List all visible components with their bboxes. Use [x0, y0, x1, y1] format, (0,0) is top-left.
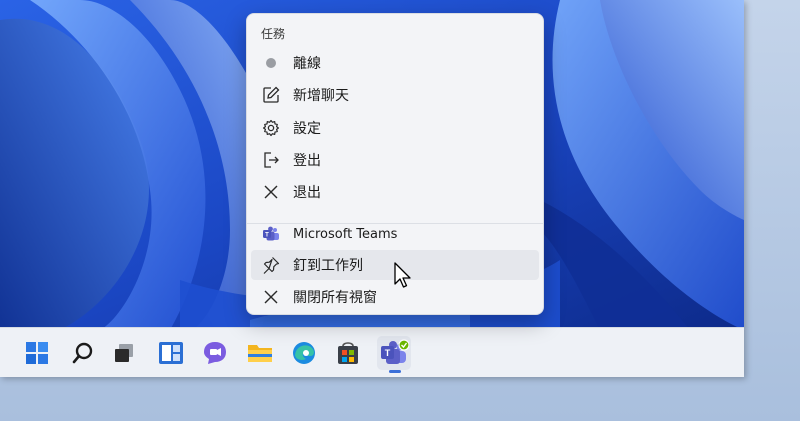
menu-item-label: 新增聊天: [293, 88, 349, 104]
menu-item-label: 登出: [293, 153, 321, 169]
chat-icon[interactable]: [198, 336, 232, 370]
menu-item-label: 關閉所有視窗: [293, 290, 377, 306]
menu-item-label: 設定: [293, 121, 321, 137]
compose-icon: [262, 86, 280, 104]
file-explorer-icon[interactable]: [243, 336, 277, 370]
task-view-icon[interactable]: [107, 336, 141, 370]
teams-icon: T: [262, 225, 280, 243]
sign-out-icon: [262, 151, 280, 169]
pin-icon: [262, 256, 280, 274]
menu-item-quit[interactable]: 退出: [251, 177, 539, 207]
windows-start-icon[interactable]: [20, 336, 54, 370]
taskbar: T: [0, 327, 744, 377]
menu-section-header: 任務: [261, 27, 286, 41]
store-icon[interactable]: [331, 336, 365, 370]
status-dot-icon: [262, 54, 280, 72]
active-app-indicator: [389, 370, 401, 373]
edge-icon[interactable]: [287, 336, 321, 370]
menu-item-label: 退出: [293, 185, 321, 201]
menu-item-microsoft-teams[interactable]: T Microsoft Teams: [251, 219, 539, 249]
teams-icon[interactable]: T: [377, 336, 411, 373]
svg-text:T: T: [385, 348, 391, 358]
menu-item-label: 離線: [293, 56, 321, 72]
mouse-cursor-icon: [394, 262, 411, 288]
svg-text:T: T: [265, 233, 269, 239]
widgets-icon[interactable]: [154, 336, 188, 370]
menu-item-settings[interactable]: 設定: [251, 113, 539, 143]
menu-item-offline[interactable]: 離線: [251, 48, 539, 78]
menu-item-sign-out[interactable]: 登出: [251, 145, 539, 175]
close-icon: [262, 288, 280, 306]
menu-item-label: Microsoft Teams: [293, 226, 398, 242]
close-icon: [262, 183, 280, 201]
search-icon[interactable]: [66, 336, 100, 370]
gear-icon: [262, 119, 280, 137]
menu-item-new-chat[interactable]: 新增聊天: [251, 80, 539, 110]
menu-item-label: 釘到工作列: [293, 258, 363, 274]
